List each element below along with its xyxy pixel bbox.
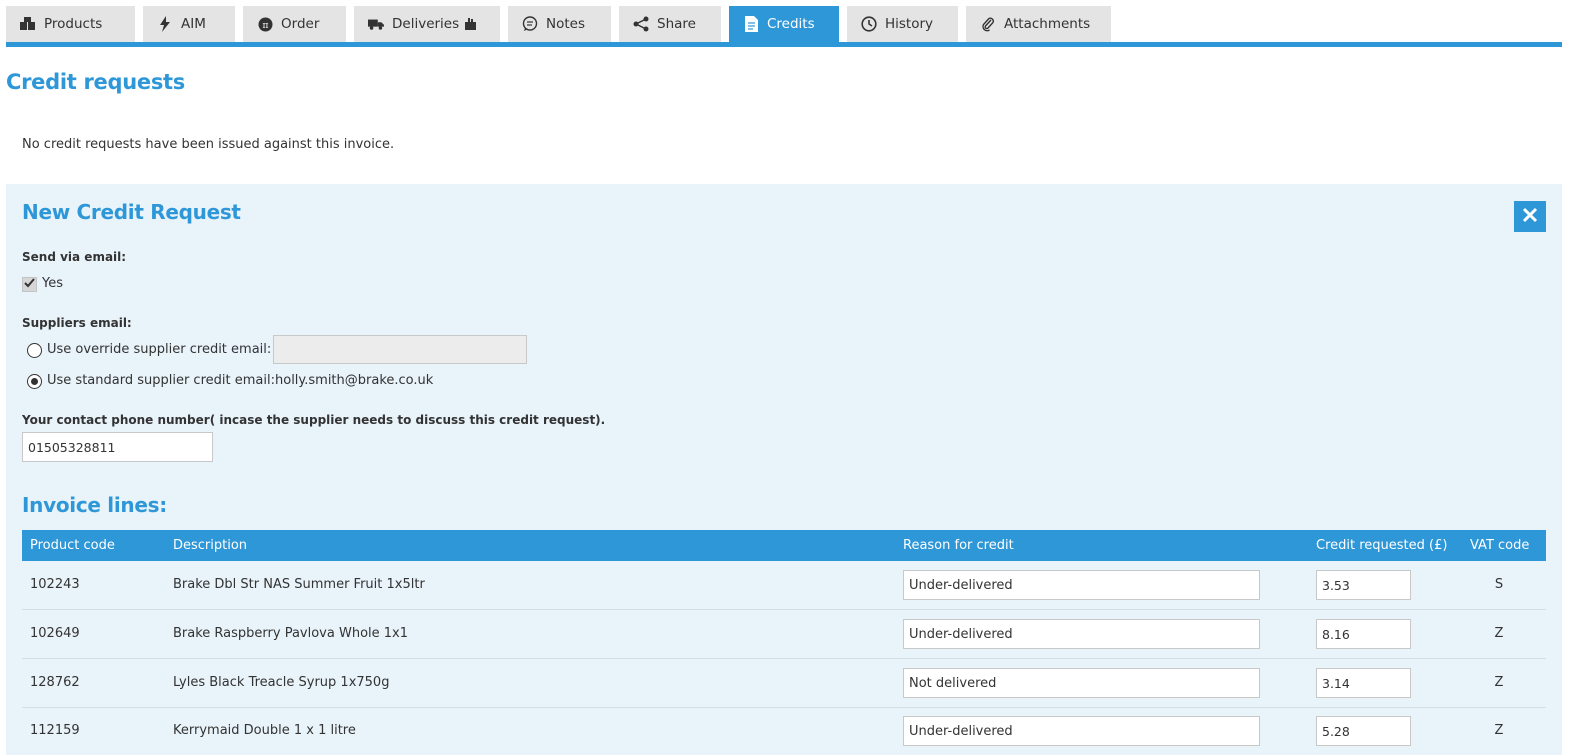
tab-label: Share [657,16,696,32]
product-code: 102649 [30,626,80,641]
send-email-checkbox[interactable] [22,277,37,292]
tab-share[interactable]: Share [619,6,721,42]
lightning-icon [157,16,173,32]
package-icon [465,18,477,30]
truck-icon [368,16,384,32]
panel-title: New Credit Request [22,200,241,224]
tab-label: Notes [546,16,585,32]
tab-attachments[interactable]: Attachments [966,6,1111,42]
credit-input[interactable] [1316,570,1411,600]
override-email-input[interactable] [273,335,527,364]
pi-icon: π [257,16,273,32]
table-row: 102243 Brake Dbl Str NAS Summer Fruit 1x… [22,561,1546,610]
override-email-radio[interactable] [27,343,42,358]
product-code: 112159 [30,723,80,738]
col-credit-requested: Credit requested (£) [1316,538,1448,553]
vat-code: Z [1494,723,1504,738]
credit-input[interactable] [1316,668,1411,698]
tab-label: Attachments [1004,16,1091,32]
tab-deliveries[interactable]: Deliveries [354,6,500,42]
document-icon [743,16,759,32]
tab-label: Order [281,16,320,32]
checkmark-icon [24,277,35,292]
close-button[interactable] [1514,201,1546,232]
tab-products[interactable]: Products [6,6,135,42]
tab-underline [6,42,1562,47]
reason-input[interactable] [903,716,1260,746]
close-icon [1522,207,1538,227]
col-reason: Reason for credit [903,538,1014,553]
credit-input[interactable] [1316,619,1411,649]
tab-bar: Products AIM π Order Deliveries Notes Sh… [6,6,1119,42]
col-vat-code: VAT code [1470,538,1530,553]
share-icon [633,16,649,32]
tab-label: Deliveries [392,16,460,32]
invoice-lines-header: Product code Description Reason for cred… [22,530,1546,561]
product-description: Brake Raspberry Pavlova Whole 1x1 [173,626,408,641]
tab-aim[interactable]: AIM [143,6,235,42]
product-description: Lyles Black Treacle Syrup 1x750g [173,675,390,690]
no-credits-message: No credit requests have been issued agai… [22,137,395,152]
reason-input[interactable] [903,570,1260,600]
suppliers-email-label: Suppliers email: [22,316,132,330]
col-description: Description [173,538,248,553]
tab-label: AIM [181,16,206,32]
paperclip-icon [980,16,996,32]
tab-credits[interactable]: Credits [729,6,839,42]
tab-label: History [885,16,934,32]
boxes-icon [20,16,36,32]
clock-icon [861,16,877,32]
table-row: 102649 Brake Raspberry Pavlova Whole 1x1… [22,610,1546,659]
tab-history[interactable]: History [847,6,958,42]
vat-code: Z [1494,675,1504,690]
send-email-option-label: Yes [42,276,63,291]
col-product-code: Product code [30,538,115,553]
credit-input[interactable] [1316,716,1411,746]
invoice-lines-title: Invoice lines: [22,493,167,517]
product-description: Brake Dbl Str NAS Summer Fruit 1x5ltr [173,577,425,592]
table-row: 128762 Lyles Black Treacle Syrup 1x750g … [22,659,1546,708]
speech-bubble-icon [522,16,538,32]
tab-label: Credits [767,16,815,32]
table-row: 112159 Kerrymaid Double 1 x 1 litre Z [22,707,1546,755]
new-credit-request-panel: New Credit Request Send via email: Yes S… [6,184,1562,755]
tab-order[interactable]: π Order [243,6,346,42]
vat-code: S [1494,577,1504,592]
phone-input[interactable] [22,432,213,462]
tab-label: Products [44,16,103,32]
product-description: Kerrymaid Double 1 x 1 litre [173,723,356,738]
override-email-label: Use override supplier credit email: [47,342,272,357]
phone-label: Your contact phone number( incase the su… [22,413,606,427]
standard-email-value: holly.smith@brake.co.uk [275,373,434,388]
reason-input[interactable] [903,668,1260,698]
standard-email-radio[interactable] [27,374,42,389]
product-code: 128762 [30,675,80,690]
reason-input[interactable] [903,619,1260,649]
page-title: Credit requests [6,70,185,94]
vat-code: Z [1494,626,1504,641]
standard-email-label: Use standard supplier credit email: [47,373,275,388]
product-code: 102243 [30,577,80,592]
send-email-label: Send via email: [22,250,127,264]
radio-selected-dot [31,378,38,385]
svg-text:π: π [262,21,268,31]
tab-notes[interactable]: Notes [508,6,611,42]
